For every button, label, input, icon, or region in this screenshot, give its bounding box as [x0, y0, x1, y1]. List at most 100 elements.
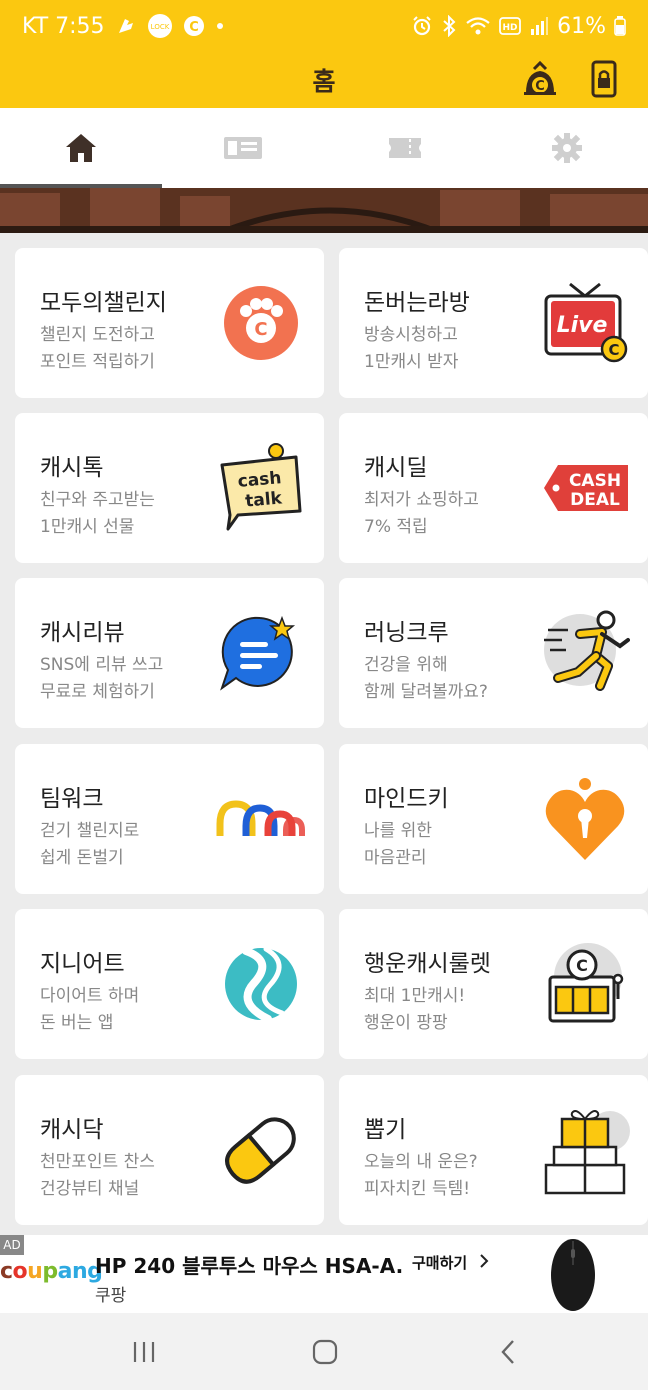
card-desc: 최대 1만캐시!	[364, 986, 466, 1006]
svg-text:Live: Live	[557, 313, 608, 338]
cash-deal-tag-icon: CASH DEAL	[544, 465, 628, 511]
banner-image[interactable]	[0, 188, 648, 233]
card-ginieat[interactable]: 지니어트 다이어트 하며 돈 버는 앱	[15, 909, 324, 1059]
card-desc: 다이어트 하며	[40, 986, 140, 1006]
alarm-icon	[411, 15, 433, 37]
card-title: 모두의챌린지	[40, 290, 167, 316]
system-nav-bar	[0, 1313, 648, 1390]
card-title: 뽑기	[364, 1117, 407, 1143]
heart-keyhole-icon	[545, 778, 625, 860]
card-desc: 1만캐시 받자	[364, 352, 459, 372]
review-bubble-icon	[220, 615, 296, 691]
paw-coin-icon: C	[224, 286, 298, 360]
card-running-crew[interactable]: 러닝크루 건강을 위해 함께 달려볼까요?	[339, 578, 648, 728]
back-button[interactable]	[478, 1331, 538, 1373]
svg-text:C: C	[608, 341, 619, 359]
card-lucky-roulette[interactable]: 행운캐시룰렛 최대 1만캐시! 행운이 팡팡 C	[339, 909, 648, 1059]
card-title: 캐시리뷰	[40, 620, 125, 646]
card-title: 캐시톡	[40, 455, 104, 481]
card-desc: 함께 달려볼까요?	[364, 682, 488, 702]
settings-icon	[552, 133, 582, 163]
signal-icon	[529, 16, 549, 36]
card-desc: 마음관리	[364, 848, 427, 868]
svg-text:talk: talk	[244, 488, 283, 511]
tab-settings[interactable]	[486, 108, 648, 188]
card-desc: 쉽게 돈벌기	[40, 848, 124, 868]
recent-apps-icon	[133, 1342, 155, 1362]
battery-percent: 61%	[557, 13, 606, 39]
card-desc: 7% 적립	[364, 517, 428, 537]
card-desc: 무료로 체험하기	[40, 682, 155, 702]
svg-text:C: C	[576, 956, 588, 975]
ad-cta-label: 구매하기	[412, 1254, 468, 1272]
svg-text:DEAL: DEAL	[570, 490, 620, 510]
home-nav-icon	[312, 1339, 338, 1365]
carrier-time: KT 7:55	[22, 13, 105, 39]
home-nav-button[interactable]	[295, 1331, 355, 1373]
card-desc: 1만캐시 선물	[40, 517, 135, 537]
card-teamwork[interactable]: 팀워크 걷기 챌린지로 쉽게 돈벌기	[15, 744, 324, 894]
card-desc: 건강을 위해	[364, 655, 448, 675]
svg-text:HD: HD	[503, 23, 518, 33]
svg-text:LOCK: LOCK	[150, 23, 169, 31]
card-mindkey[interactable]: 마인드키 나를 위한 마음관리	[339, 744, 648, 894]
cash-bell-button[interactable]: C	[518, 57, 562, 101]
svg-text:C: C	[535, 79, 545, 94]
card-desc: 포인트 적립하기	[40, 352, 155, 372]
svg-text:C: C	[189, 20, 199, 35]
home-icon	[66, 134, 96, 162]
card-title: 캐시딜	[364, 455, 428, 481]
card-desc: 행운이 팡팡	[364, 1013, 448, 1033]
card-cash-talk[interactable]: 캐시톡 친구와 주고받는 1만캐시 선물 cash talk	[15, 413, 324, 563]
card-title: 지니어트	[40, 951, 125, 977]
runner-icon	[544, 610, 630, 691]
lock-app-icon: LOCK	[147, 13, 173, 39]
card-title: 러닝크루	[364, 620, 449, 646]
live-tv-icon: Live C	[544, 282, 628, 363]
tab-ticket[interactable]	[324, 108, 486, 188]
ad-buy-button[interactable]: 구매하기	[412, 1252, 490, 1273]
card-cash-review[interactable]: 캐시리뷰 SNS에 리뷰 쓰고 무료로 체험하기	[15, 578, 324, 728]
card-desc: 나를 위한	[364, 821, 432, 841]
card-challenge[interactable]: 모두의챌린지 챌린지 도전하고 포인트 적립하기 C	[15, 248, 324, 398]
card-desc: 오늘의 내 운은?	[364, 1152, 478, 1172]
card-desc: 최저가 쇼핑하고	[364, 490, 479, 510]
card-desc: 천만포인트 찬스	[40, 1152, 155, 1172]
ad-banner[interactable]: AD coupang HP 240 블루투스 마우스 HSA-A... 쿠팡 구…	[0, 1235, 648, 1313]
card-draw[interactable]: 뽑기 오늘의 내 운은? 피자치킨 득템!	[339, 1075, 648, 1225]
pill-icon	[225, 1117, 296, 1184]
wifi-icon	[465, 15, 491, 37]
card-desc: 챌린지 도전하고	[40, 325, 155, 345]
status-bar: KT 7:55 LOCK C HD 61%	[0, 0, 648, 52]
back-icon	[501, 1340, 514, 1364]
ticket-icon	[389, 138, 421, 158]
tab-coupon[interactable]	[162, 108, 324, 188]
card-live[interactable]: 돈버는라방 방송시청하고 1만캐시 받자 Live C	[339, 248, 648, 398]
gift-boxes-icon	[544, 1110, 630, 1195]
card-desc: SNS에 리뷰 쓰고	[40, 655, 164, 675]
tab-bar	[0, 108, 648, 188]
battery-icon	[614, 16, 626, 36]
ginieat-wave-icon	[225, 946, 297, 1023]
lock-screen-button[interactable]	[582, 57, 626, 101]
ad-brand-logo: coupang	[0, 1259, 103, 1284]
ad-title: HP 240 블루투스 마우스 HSA-A...	[95, 1254, 405, 1278]
mouse-product-icon	[551, 1239, 595, 1311]
card-title: 팀워크	[40, 786, 104, 812]
recent-apps-button[interactable]	[114, 1331, 174, 1373]
bluetooth-icon	[441, 15, 457, 37]
card-desc: 걷기 챌린지로	[40, 821, 140, 841]
card-title: 돈버는라방	[364, 290, 470, 316]
card-title: 마인드키	[364, 786, 449, 812]
card-cashdoc[interactable]: 캐시닥 천만포인트 찬스 건강뷰티 채널	[15, 1075, 324, 1225]
card-title: 캐시닥	[40, 1117, 104, 1143]
card-cash-deal[interactable]: 캐시딜 최저가 쇼핑하고 7% 적립 CASH DEAL	[339, 413, 648, 563]
hand-notification-icon	[115, 15, 137, 37]
card-desc: 방송시청하고	[364, 325, 458, 345]
tab-home[interactable]	[0, 108, 162, 188]
card-desc: 친구와 주고받는	[40, 490, 155, 510]
app-bar: 홈 C	[0, 52, 648, 108]
ad-subtitle: 쿠팡	[95, 1286, 127, 1306]
card-desc: 돈 버는 앱	[40, 1013, 114, 1033]
cash-bell-icon: C	[524, 60, 556, 95]
